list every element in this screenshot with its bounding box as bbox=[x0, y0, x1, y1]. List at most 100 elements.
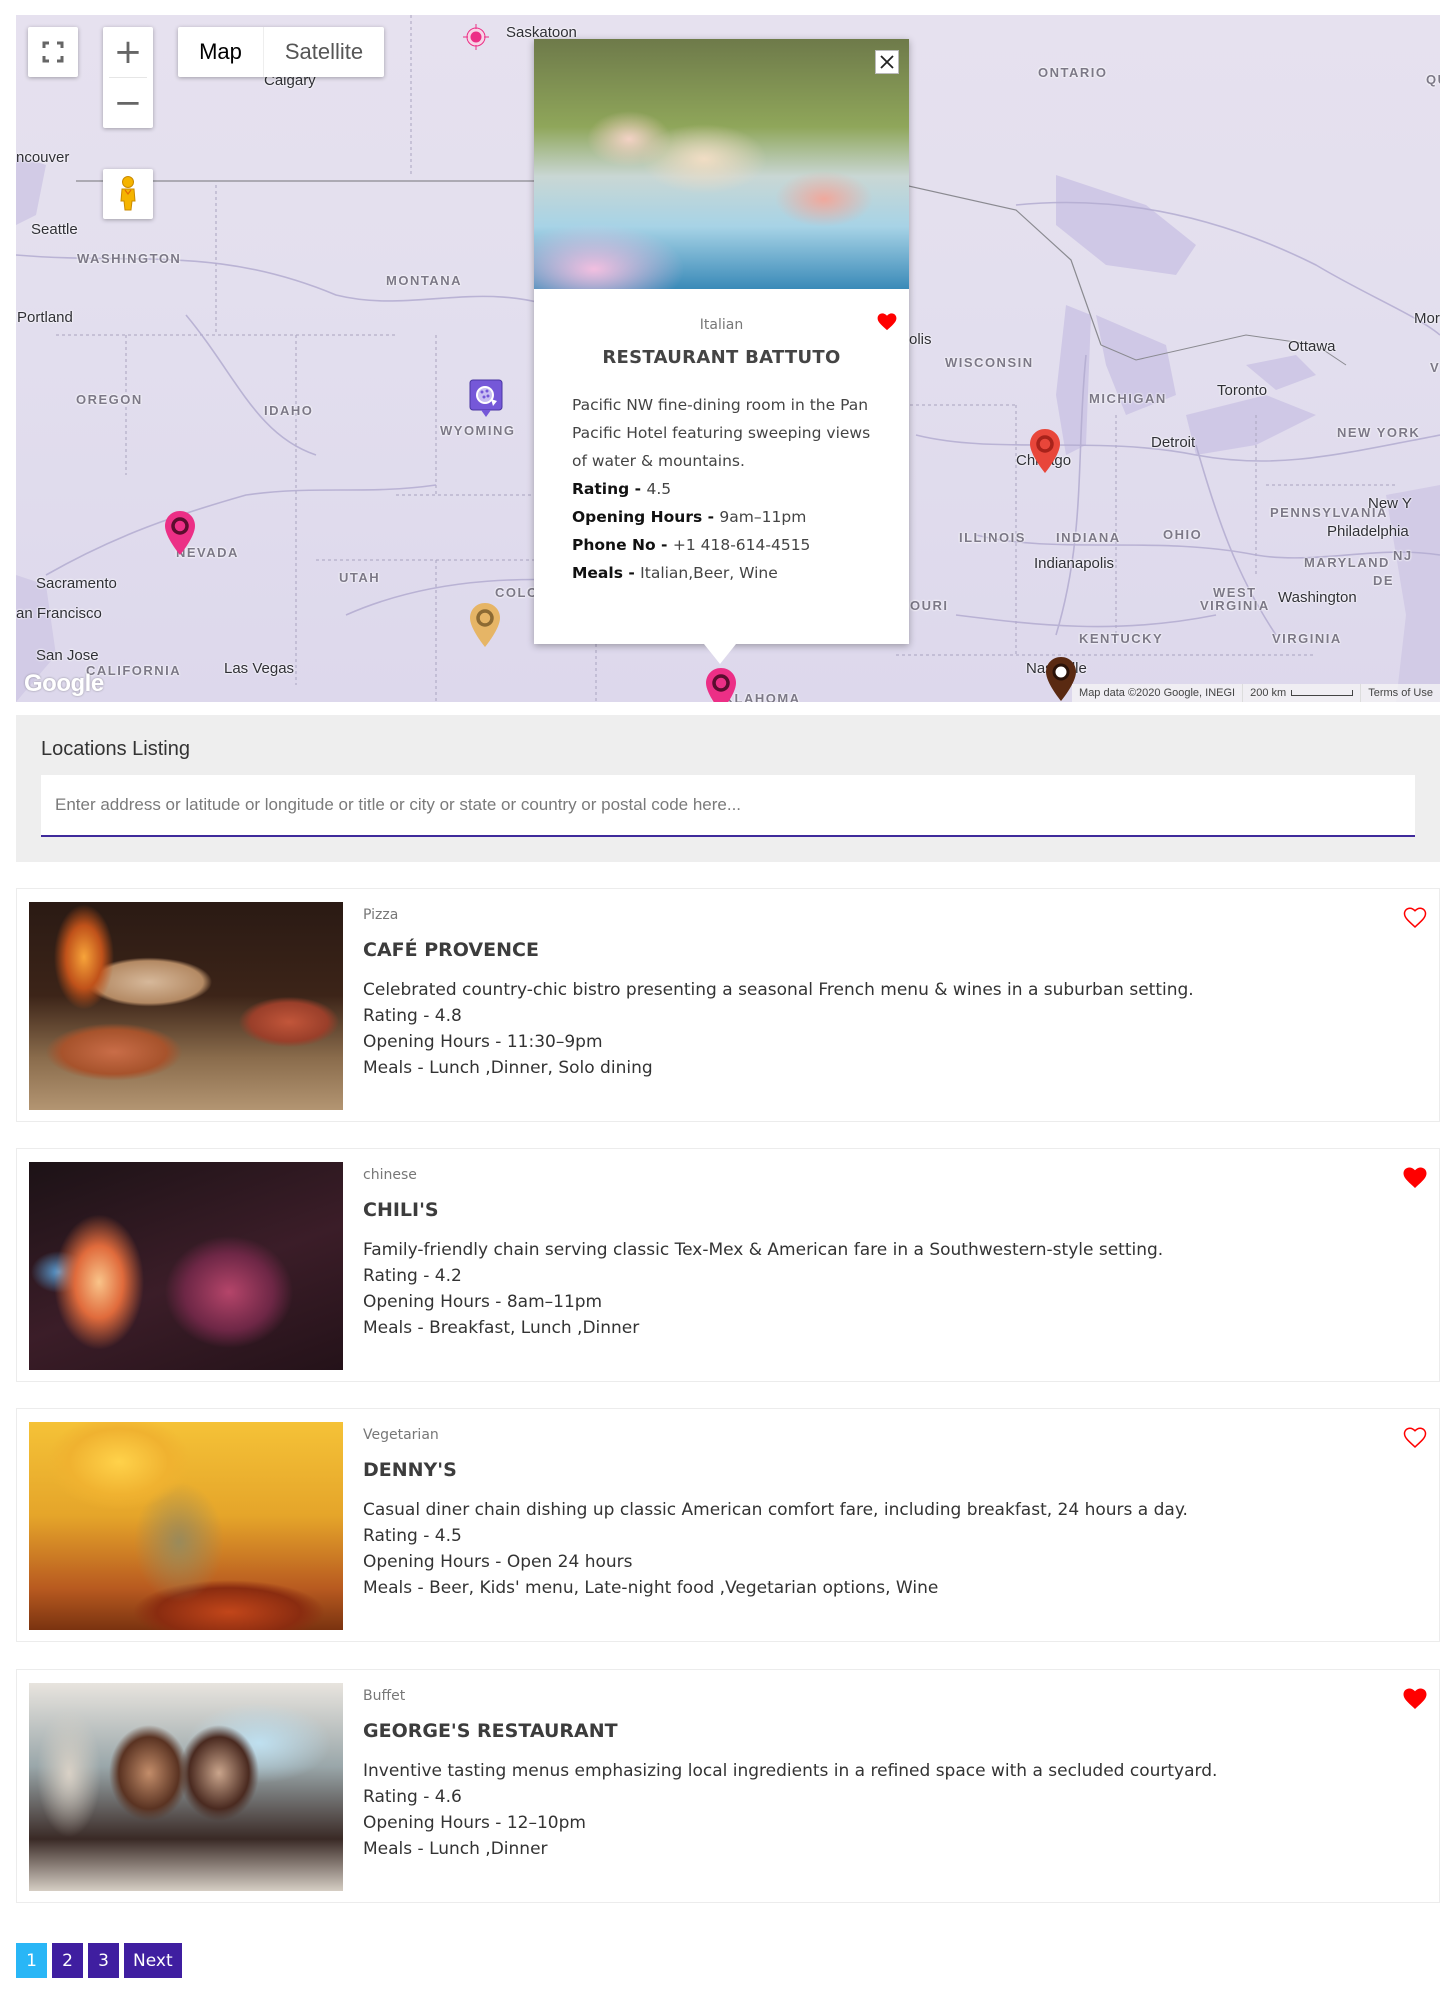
page-1-button[interactable]: 1 bbox=[16, 1943, 47, 1978]
close-icon bbox=[880, 55, 894, 69]
info-window-tail bbox=[704, 644, 736, 664]
popup-title: RESTAURANT BATTUTO bbox=[602, 347, 841, 368]
map-scale[interactable]: 200 km bbox=[1243, 684, 1362, 702]
field-label: Phone No - bbox=[572, 536, 673, 554]
next-page-button[interactable]: Next bbox=[124, 1943, 182, 1978]
favorite-button[interactable] bbox=[1403, 1427, 1427, 1454]
close-button[interactable] bbox=[875, 50, 899, 74]
heart-filled-icon bbox=[1403, 1167, 1427, 1188]
field-value: +1 418-614-4515 bbox=[672, 536, 811, 554]
city-label: Sacramento bbox=[36, 575, 117, 592]
city-label: Philadelphia bbox=[1327, 523, 1409, 540]
city-label: Las Vegas bbox=[224, 660, 295, 677]
location-category: chinese bbox=[363, 1167, 417, 1183]
map-canvas[interactable]: WASHINGTON MONTANA OREGON IDAHO WYOMING … bbox=[16, 15, 1440, 702]
state-label: NJ bbox=[1393, 548, 1413, 563]
search-box bbox=[41, 775, 1415, 837]
state-label: UTAH bbox=[339, 570, 381, 585]
city-label: Indianapolis bbox=[1034, 555, 1115, 572]
state-label: WASHINGTON bbox=[77, 251, 182, 266]
popup-hours: Opening Hours - 9am–11pm bbox=[572, 503, 872, 531]
state-label: WISCONSIN bbox=[945, 355, 1034, 370]
info-window: Italian RESTAURANT BATTUTO Pacific NW fi… bbox=[534, 39, 909, 644]
state-label: QU bbox=[1426, 72, 1440, 87]
pink-pin-oklahoma-marker[interactable] bbox=[705, 667, 737, 702]
favorite-button[interactable] bbox=[1403, 1688, 1427, 1715]
pink-pin-nevada-marker[interactable] bbox=[164, 510, 196, 561]
state-label: MONTANA bbox=[386, 273, 462, 288]
map-type-satellite-button[interactable]: Satellite bbox=[263, 27, 384, 77]
state-label: INDIANA bbox=[1056, 530, 1121, 545]
map-attribution: Map data ©2020 Google, INEGI bbox=[1072, 684, 1244, 702]
favorite-button[interactable] bbox=[1403, 907, 1427, 934]
city-label: San Jose bbox=[36, 647, 99, 664]
state-label: NEW YORK bbox=[1337, 425, 1421, 440]
state-label: VIRGINIA bbox=[1272, 631, 1342, 646]
pagination: 1 2 3 Next bbox=[16, 1943, 182, 1978]
location-details: Family-friendly chain serving classic Te… bbox=[363, 1237, 1163, 1341]
heart-outline-icon bbox=[1403, 907, 1427, 929]
location-photo[interactable] bbox=[29, 1162, 343, 1370]
location-title[interactable]: DENNY'S bbox=[363, 1459, 457, 1481]
location-rating: Rating - 4.2 bbox=[363, 1266, 462, 1286]
zoom-in-button[interactable]: + bbox=[103, 27, 153, 77]
location-title[interactable]: CHILI'S bbox=[363, 1199, 439, 1221]
location-hours: Opening Hours - 11:30–9pm bbox=[363, 1032, 603, 1052]
location-details: Casual diner chain dishing up classic Am… bbox=[363, 1497, 1188, 1601]
state-label: COLO bbox=[495, 585, 539, 600]
page-2-button[interactable]: 2 bbox=[52, 1943, 83, 1978]
location-title[interactable]: GEORGE'S RESTAURANT bbox=[363, 1720, 618, 1742]
city-label: Portland bbox=[17, 309, 73, 326]
location-card[interactable]: Pizza CAFÉ PROVENCE Celebrated country-c… bbox=[16, 888, 1440, 1122]
state-label: ILLINOIS bbox=[959, 530, 1026, 545]
zoom-control: + − bbox=[103, 27, 153, 128]
pegman-icon bbox=[120, 176, 136, 211]
location-card[interactable]: Vegetarian DENNY'S Casual diner chain di… bbox=[16, 1408, 1440, 1642]
zoom-out-button[interactable]: − bbox=[103, 78, 153, 128]
city-label: an Francisco bbox=[16, 605, 102, 622]
pizza-pin-wyoming-marker[interactable] bbox=[469, 379, 503, 424]
city-label: Ottawa bbox=[1288, 338, 1336, 355]
location-card[interactable]: Buffet GEORGE'S RESTAURANT Inventive tas… bbox=[16, 1669, 1440, 1903]
location-meals: Meals - Lunch ,Dinner bbox=[363, 1839, 548, 1859]
location-photo[interactable] bbox=[29, 902, 343, 1110]
map-type-map-button[interactable]: Map bbox=[178, 27, 263, 77]
city-label: olis bbox=[909, 331, 932, 348]
terms-link[interactable]: Terms of Use bbox=[1361, 684, 1440, 702]
location-meals: Meals - Lunch ,Dinner, Solo dining bbox=[363, 1058, 653, 1078]
state-label: KENTUCKY bbox=[1079, 631, 1164, 646]
red-pin-chicago-marker[interactable] bbox=[1029, 428, 1061, 479]
popup-phone: Phone No - +1 418-614-4515 bbox=[572, 531, 872, 559]
pink-target-marker[interactable] bbox=[463, 24, 489, 55]
location-card[interactable]: chinese CHILI'S Family-friendly chain se… bbox=[16, 1148, 1440, 1382]
location-photo[interactable] bbox=[29, 1422, 343, 1630]
location-search-input[interactable] bbox=[41, 775, 1415, 835]
page-3-button[interactable]: 3 bbox=[88, 1943, 119, 1978]
location-hours: Opening Hours - Open 24 hours bbox=[363, 1552, 633, 1572]
location-description: Inventive tasting menus emphasizing loca… bbox=[363, 1761, 1218, 1781]
heart-outline-icon bbox=[1403, 1427, 1427, 1449]
google-logo: Google bbox=[24, 670, 104, 697]
favorite-button[interactable] bbox=[877, 313, 897, 336]
location-meals: Meals - Breakfast, Lunch ,Dinner bbox=[363, 1318, 640, 1338]
state-label: OHIO bbox=[1163, 527, 1203, 542]
popup-rating: Rating - 4.5 bbox=[572, 475, 872, 503]
state-label: MARYLAND bbox=[1304, 555, 1390, 570]
location-title[interactable]: CAFÉ PROVENCE bbox=[363, 939, 539, 961]
state-label: V bbox=[1430, 360, 1440, 375]
city-label: ncouver bbox=[16, 149, 70, 166]
fullscreen-button[interactable] bbox=[28, 27, 78, 77]
location-category: Vegetarian bbox=[363, 1427, 439, 1443]
field-label: Meals - bbox=[572, 564, 641, 582]
heart-filled-icon bbox=[1403, 1688, 1427, 1709]
city-label: Mor bbox=[1414, 310, 1440, 327]
field-label: Opening Hours - bbox=[572, 508, 720, 526]
map-footer: Map data ©2020 Google, INEGI 200 km Term… bbox=[1072, 684, 1440, 702]
street-view-button[interactable] bbox=[103, 169, 153, 219]
location-photo[interactable] bbox=[29, 1683, 343, 1891]
heart-filled-icon bbox=[877, 313, 897, 331]
location-rating: Rating - 4.5 bbox=[363, 1526, 462, 1546]
location-meals: Meals - Beer, Kids' menu, Late-night foo… bbox=[363, 1578, 939, 1598]
gold-pin-colorado-marker[interactable] bbox=[469, 602, 501, 653]
favorite-button[interactable] bbox=[1403, 1167, 1427, 1194]
